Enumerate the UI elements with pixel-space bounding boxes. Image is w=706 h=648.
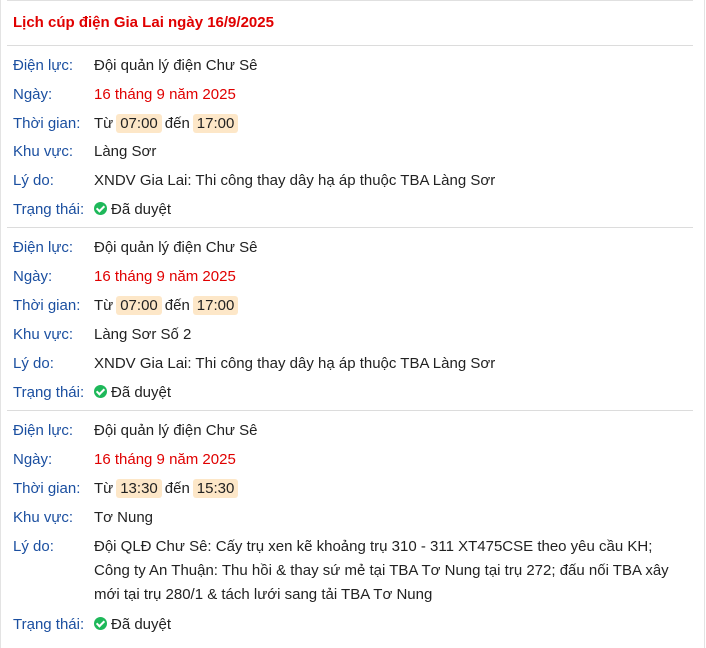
label-thoi-gian: Thời gian: <box>13 297 81 314</box>
label-khu-vuc: Khu vực: <box>13 326 74 343</box>
den-text: đến <box>164 480 190 497</box>
value-ly-do: XNDV Gia Lai: Thi công thay dây hạ áp th… <box>94 172 496 189</box>
value-trang-thai: Đã duyệt <box>94 381 683 405</box>
status-text: Đã duyệt <box>111 384 172 401</box>
outage-entry: Điện lực: Đội quản lý điện Chư Sê Ngày: … <box>7 45 693 226</box>
value-thoi-gian: Từ 07:00 đến 17:00 <box>94 112 683 136</box>
value-dien-luc: Đội quản lý điện Chư Sê <box>94 239 258 256</box>
value-ly-do: XNDV Gia Lai: Thi công thay dây hạ áp th… <box>94 355 496 372</box>
check-circle-icon <box>94 617 107 630</box>
check-circle-icon <box>94 385 107 398</box>
label-dien-luc: Điện lực: <box>13 57 74 74</box>
value-ly-do: Đội QLĐ Chư Sê: Cấy trụ xen kẽ khoảng tr… <box>94 538 669 603</box>
label-trang-thai: Trạng thái: <box>13 384 85 401</box>
tu-text: Từ <box>94 480 114 497</box>
end-time-badge: 15:30 <box>192 479 239 498</box>
label-ly-do: Lý do: <box>13 538 54 555</box>
tu-text: Từ <box>94 297 114 314</box>
value-khu-vuc: Làng Sơr Số 2 <box>94 326 192 343</box>
end-time-badge: 17:00 <box>192 114 239 133</box>
tu-text: Từ <box>94 115 114 132</box>
label-dien-luc: Điện lực: <box>13 422 74 439</box>
value-khu-vuc: Làng Sơr <box>94 143 157 160</box>
value-trang-thai: Đã duyệt <box>94 613 683 637</box>
label-ngay: Ngày: <box>13 268 53 285</box>
den-text: đến <box>164 297 190 314</box>
status-text: Đã duyệt <box>111 201 172 218</box>
top-divider <box>7 0 693 1</box>
label-thoi-gian: Thời gian: <box>13 480 81 497</box>
start-time-badge: 07:00 <box>116 296 162 315</box>
outage-schedule-panel: Lịch cúp điện Gia Lai ngày 16/9/2025 Điệ… <box>0 0 705 648</box>
value-ngay: 16 tháng 9 năm 2025 <box>94 268 236 285</box>
label-khu-vuc: Khu vực: <box>13 143 74 160</box>
label-ngay: Ngày: <box>13 451 53 468</box>
label-ly-do: Lý do: <box>13 172 54 189</box>
start-time-badge: 13:30 <box>116 479 162 498</box>
start-time-badge: 07:00 <box>116 114 162 133</box>
value-dien-luc: Đội quản lý điện Chư Sê <box>94 422 258 439</box>
label-trang-thai: Trạng thái: <box>13 201 85 218</box>
outage-entry: Điện lực: Đội quản lý điện Chư Sê Ngày: … <box>7 410 693 641</box>
label-dien-luc: Điện lực: <box>13 239 74 256</box>
value-thoi-gian: Từ 07:00 đến 17:00 <box>94 294 683 318</box>
outage-entry: Điện lực: Đội quản lý điện Chư Sê Ngày: … <box>7 227 693 409</box>
end-time-badge: 17:00 <box>192 296 239 315</box>
value-dien-luc: Đội quản lý điện Chư Sê <box>94 57 258 74</box>
value-trang-thai: Đã duyệt <box>94 198 683 222</box>
value-khu-vuc: Tơ Nung <box>94 509 154 526</box>
label-ly-do: Lý do: <box>13 355 54 372</box>
label-khu-vuc: Khu vực: <box>13 509 74 526</box>
label-thoi-gian: Thời gian: <box>13 115 81 132</box>
value-ngay: 16 tháng 9 năm 2025 <box>94 86 236 103</box>
label-ngay: Ngày: <box>13 86 53 103</box>
check-circle-icon <box>94 202 107 215</box>
status-text: Đã duyệt <box>111 616 172 633</box>
value-ngay: 16 tháng 9 năm 2025 <box>94 451 236 468</box>
den-text: đến <box>164 115 190 132</box>
value-thoi-gian: Từ 13:30 đến 15:30 <box>94 477 683 501</box>
label-trang-thai: Trạng thái: <box>13 616 85 633</box>
page-title: Lịch cúp điện Gia Lai ngày 16/9/2025 <box>13 14 274 31</box>
